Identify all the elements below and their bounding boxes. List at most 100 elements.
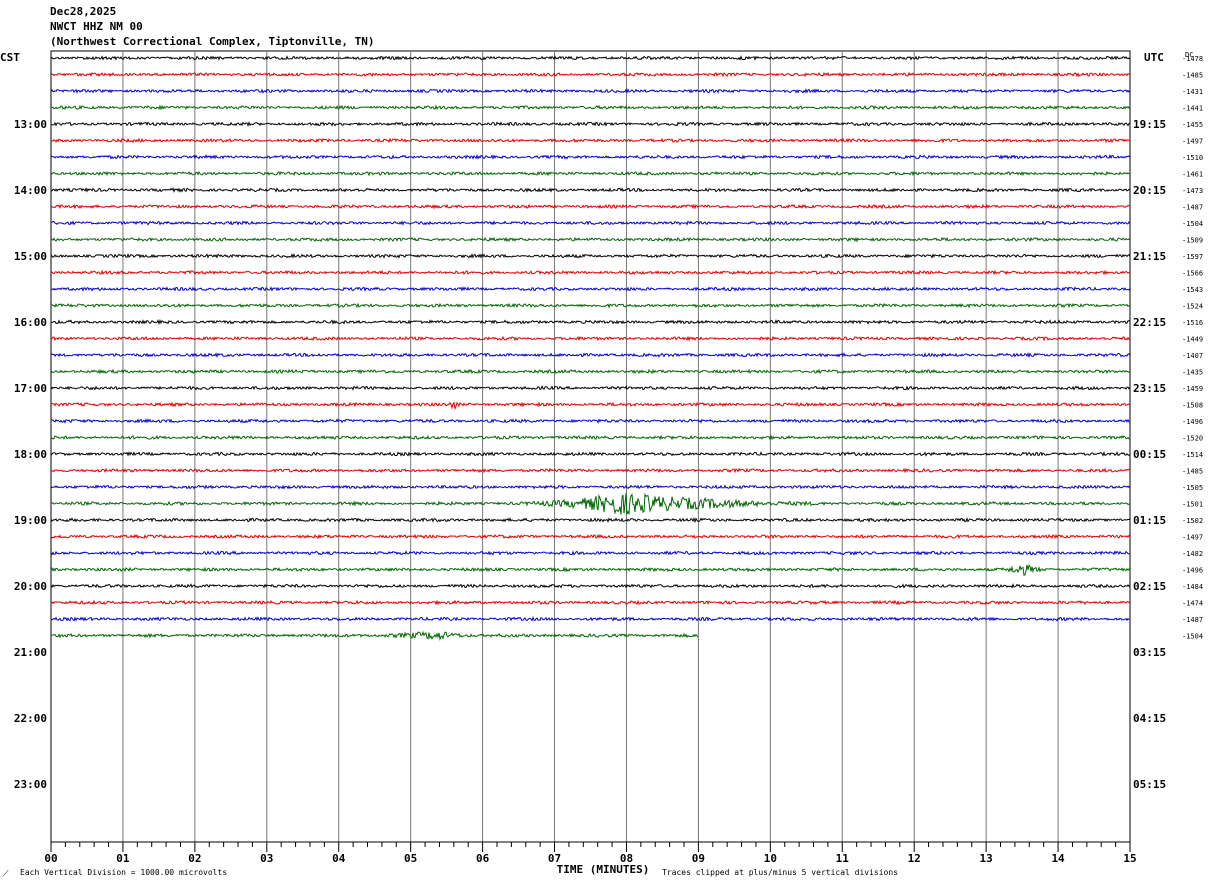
trace-line bbox=[50, 492, 1131, 516]
scale-note: Each Vertical Division = 1000.00 microvo… bbox=[20, 868, 227, 877]
chart-date: Dec28,2025 bbox=[50, 5, 116, 18]
x-tick-label: 13 bbox=[980, 852, 993, 865]
dc-offset-label: -1510 bbox=[1182, 154, 1203, 162]
y-tick-label-right: 05:15 bbox=[1133, 778, 1166, 791]
y-tick-label-right: 19:15 bbox=[1133, 118, 1166, 131]
trace-line bbox=[50, 121, 1131, 127]
y-tick-label-right: 03:15 bbox=[1133, 646, 1166, 659]
trace-line bbox=[50, 385, 1131, 391]
dc-offset-label: -1566 bbox=[1182, 270, 1203, 278]
dc-offset-label: -1485 bbox=[1182, 72, 1203, 80]
trace-line bbox=[50, 153, 1131, 160]
dc-offset-label: -1487 bbox=[1182, 204, 1203, 212]
x-tick-label: 00 bbox=[44, 852, 57, 865]
y-tick-label-left: 15:00 bbox=[14, 250, 47, 263]
dc-offset-label: -1496 bbox=[1182, 567, 1203, 575]
dc-offset-label: -1516 bbox=[1182, 319, 1203, 327]
x-tick-label: 01 bbox=[116, 852, 130, 865]
trace-line bbox=[51, 137, 1131, 144]
dc-offset-label: -1508 bbox=[1182, 402, 1203, 410]
dc-offset-label: -1473 bbox=[1182, 187, 1203, 195]
helicorder-chart: Dec28,2025 NWCT HHZ NM 00 (Northwest Cor… bbox=[0, 5, 1203, 878]
y-tick-label-right: 22:15 bbox=[1133, 316, 1166, 329]
trace-line bbox=[50, 550, 1131, 556]
dc-offset-label: -1497 bbox=[1182, 138, 1203, 146]
trace-line bbox=[50, 286, 1131, 292]
trace-line bbox=[50, 253, 1131, 259]
y-tick-label-left: 21:00 bbox=[14, 646, 47, 659]
y-tick-label-right: 23:15 bbox=[1133, 382, 1166, 395]
dc-offset-label: -1520 bbox=[1182, 435, 1203, 443]
dc-offset-label: -1501 bbox=[1182, 501, 1203, 509]
dc-offset-label: -1478 bbox=[1182, 55, 1203, 63]
trace-line bbox=[50, 352, 1131, 359]
dc-offset-label: -1431 bbox=[1182, 88, 1203, 96]
trace-line bbox=[50, 318, 1131, 326]
x-tick-label: 02 bbox=[188, 852, 201, 865]
grid-lines bbox=[50, 50, 1131, 843]
trace-line bbox=[51, 269, 1131, 276]
right-axis-label: UTC bbox=[1144, 51, 1164, 64]
dc-offset-label: -1485 bbox=[1182, 468, 1203, 476]
dc-offset-label: -1474 bbox=[1182, 600, 1203, 608]
x-tick-label: 09 bbox=[692, 852, 705, 865]
chart-title: NWCT HHZ NM 00 bbox=[50, 20, 143, 33]
dc-offset-label: -1461 bbox=[1182, 171, 1203, 179]
dc-offset-label: -1459 bbox=[1182, 385, 1203, 393]
trace-line bbox=[50, 630, 699, 641]
y-tick-label-left: 20:00 bbox=[14, 580, 47, 593]
trace-line bbox=[50, 220, 1131, 226]
dc-offset-label: -1496 bbox=[1182, 418, 1203, 426]
trace-line bbox=[50, 450, 1131, 457]
trace-line bbox=[50, 335, 1131, 342]
trace-line bbox=[50, 236, 1131, 243]
dc-offset-label: -1524 bbox=[1182, 303, 1203, 311]
trace-line bbox=[50, 187, 1131, 193]
clip-note: Traces clipped at plus/minus 5 vertical … bbox=[662, 868, 898, 877]
trace-line bbox=[50, 533, 1131, 540]
dc-offset-labels: -1478 -1485 -1431 -1441 -1455 -1497 -1510 -1461… bbox=[1182, 55, 1203, 641]
dc-offset-label: -1441 bbox=[1182, 105, 1203, 113]
trace-line bbox=[50, 302, 1131, 309]
dc-offset-label: -1597 bbox=[1182, 253, 1203, 261]
dc-offset-label: -1502 bbox=[1182, 517, 1203, 525]
x-tick-label: 03 bbox=[260, 852, 273, 865]
trace-line bbox=[50, 104, 1131, 111]
dc-offset-label: -1455 bbox=[1182, 121, 1203, 129]
y-tick-label-left: 16:00 bbox=[14, 316, 47, 329]
trace-line bbox=[50, 516, 1131, 524]
y-tick-label-right: 01:15 bbox=[1133, 514, 1166, 527]
trace-line bbox=[50, 564, 1131, 577]
dc-offset-label: -1484 bbox=[1182, 583, 1203, 591]
y-tick-label-right: 02:15 bbox=[1133, 580, 1166, 593]
x-axis: 00 01 02 03 04 05 06 07 08 09 10 11 12 13 14 15 bbox=[44, 841, 1137, 865]
trace-line bbox=[50, 170, 1130, 177]
trace-group bbox=[50, 55, 1131, 641]
x-tick-label: 15 bbox=[1123, 852, 1136, 865]
x-tick-label: 10 bbox=[764, 852, 777, 865]
trace-line bbox=[50, 616, 1131, 622]
trace-line bbox=[50, 434, 1131, 441]
x-tick-label: 14 bbox=[1051, 852, 1065, 865]
dc-offset-label: -1497 bbox=[1182, 534, 1203, 542]
trace-line bbox=[50, 203, 1131, 210]
dc-offset-label: -1504 bbox=[1182, 633, 1203, 641]
scale-glyph-icon: ⟋ bbox=[3, 869, 9, 878]
y-tick-label-left: 13:00 bbox=[14, 118, 47, 131]
y-tick-label-left: 14:00 bbox=[14, 184, 47, 197]
trace-line bbox=[50, 583, 1131, 589]
trace-line bbox=[50, 418, 1131, 424]
y-tick-label-right: 00:15 bbox=[1133, 448, 1166, 461]
x-tick-label: 12 bbox=[908, 852, 921, 865]
dc-offset-label: -1482 bbox=[1182, 550, 1203, 558]
x-tick-label: 04 bbox=[332, 852, 346, 865]
trace-line bbox=[50, 55, 1131, 61]
y-tick-label-right: 20:15 bbox=[1133, 184, 1166, 197]
dc-offset-label: -1487 bbox=[1182, 616, 1203, 624]
y-tick-label-left: 19:00 bbox=[14, 514, 47, 527]
trace-line bbox=[50, 484, 1131, 490]
y-tick-label-right: 04:15 bbox=[1133, 712, 1166, 725]
dc-offset-label: -1514 bbox=[1182, 451, 1203, 459]
dc-offset-label: -1509 bbox=[1182, 237, 1203, 245]
dc-offset-label: -1435 bbox=[1182, 369, 1203, 377]
